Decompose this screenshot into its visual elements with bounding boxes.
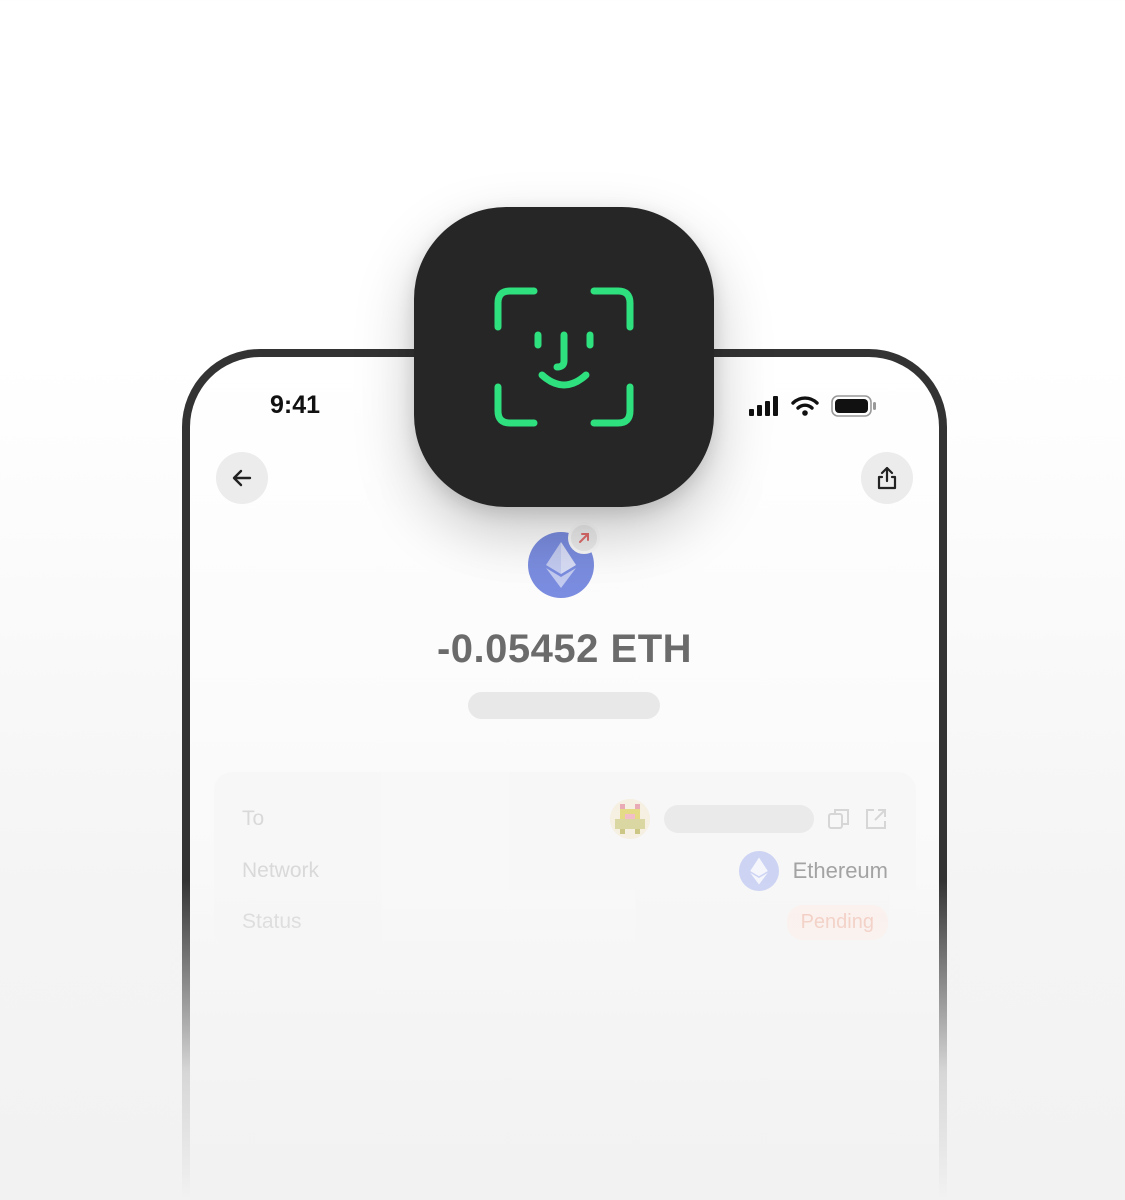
row-network: Network Ethereum (242, 851, 888, 891)
network-label: Network (242, 859, 320, 882)
status-icons (749, 395, 877, 417)
transaction-amount: -0.05452 ETH (436, 627, 693, 671)
battery-icon (831, 395, 876, 417)
external-link-icon[interactable] (864, 807, 888, 831)
share-icon (877, 466, 897, 490)
back-button[interactable] (216, 452, 268, 504)
send-badge (568, 522, 600, 554)
row-status: Status Pending (242, 902, 888, 942)
recipient-avatar (610, 799, 650, 839)
wifi-icon (791, 396, 819, 416)
fiat-amount-placeholder (468, 692, 660, 719)
token-avatar (528, 522, 600, 602)
status-label: Status (242, 910, 302, 933)
ethereum-network-icon (738, 851, 779, 891)
address-placeholder (664, 805, 814, 833)
status-time: 9:41 (270, 391, 321, 419)
to-label: To (242, 807, 265, 830)
row-to: To (242, 799, 888, 839)
arrow-up-right-icon (579, 533, 589, 543)
arrow-left-icon (232, 469, 252, 487)
status-badge: Pending (786, 904, 888, 940)
network-value: Ethereum (792, 858, 888, 883)
copy-icon[interactable] (828, 808, 850, 830)
details-card: To Network Ethereum Status Pending (214, 772, 916, 947)
face-id-icon (494, 287, 634, 427)
share-button[interactable] (861, 452, 913, 504)
face-id-overlay (414, 207, 714, 507)
signal-icon (749, 396, 778, 416)
